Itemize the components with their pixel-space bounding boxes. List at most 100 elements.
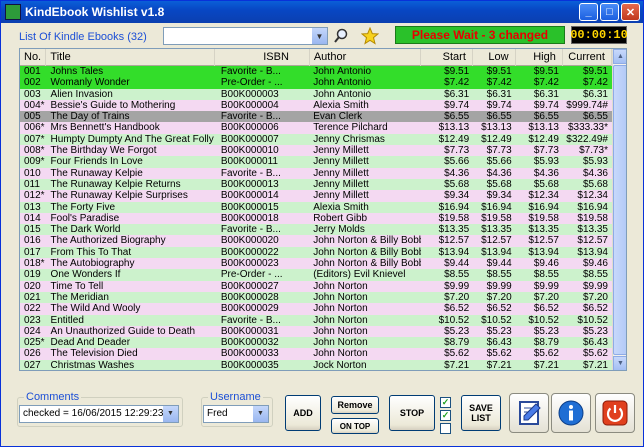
stop-button[interactable]: STOP [389,395,435,431]
cell-no: 006* [24,122,45,134]
cell-cur: $8.55 [582,269,608,281]
cell-low: $5.68 [486,178,512,190]
cell-title: Entitled [50,314,84,326]
comments-select[interactable]: checked = 16/06/2015 12:29:23 AM ▼ [19,405,179,423]
cell-high: $12.34 [528,190,559,202]
on-top-button[interactable]: ON TOP [331,418,379,434]
cell-cur: $5.62 [582,348,608,360]
cell-author: Jenny Millett [313,156,369,168]
table-row[interactable]: 002 Womanly Wonder Pre-Order - ... John Ant… [20,77,612,89]
col-header-author[interactable]: Author [310,49,421,66]
table-row[interactable]: 001 Johns Tales Favorite - B... John Antoni… [20,66,612,78]
search-combo[interactable] [163,27,328,45]
cell-start: $8.55 [444,269,470,281]
option-checkbox-3[interactable] [440,423,451,434]
power-exit-icon[interactable] [595,393,635,433]
cell-start: $9.34 [444,190,470,202]
col-header-title[interactable]: Title [46,49,216,66]
table-row[interactable]: 019 One Wonders If Pre-Order - ... (Editors… [20,269,612,281]
comments-dropdown-arrow[interactable]: ▼ [163,406,178,422]
cell-title: Time To Tell [50,280,104,292]
table-row[interactable]: 022 The Wild And Wooly B00K000029 John Nort… [20,303,612,315]
username-dropdown-arrow[interactable]: ▼ [253,406,268,422]
cell-title: The Autobiography [50,258,135,270]
save-list-label-2: LIST [471,413,491,423]
cell-author: John Norton [313,325,368,337]
table-row[interactable]: 003 Alien Invasion B00K000003 John Antonio $… [20,88,612,100]
cell-no: 013 [24,201,41,213]
cell-author: John Norton & Billy Bobb [313,246,422,258]
table-row[interactable]: 013 The Forty Five B00K000015 Alexia Smith $… [20,201,612,213]
cell-high: $6.31 [533,88,559,100]
close-button[interactable]: ✕ [621,3,640,21]
table-row[interactable]: 014 Fool's Paradise B00K000018 Robert Gibb $… [20,212,612,225]
cell-no: 008* [24,145,45,157]
table-row[interactable]: 012* The Runaway Kelpie Surprises B00K0000… [20,190,612,202]
table-row[interactable]: 025* Dead And Deader B00K000032 John Norton… [20,337,612,349]
table-row[interactable]: 016 The Authorized Biography B00K000020 Joh… [20,235,612,247]
col-header-high[interactable]: High [516,49,563,66]
cell-isbn: B00K000020 [220,235,279,247]
favorite-star-icon[interactable] [361,27,379,45]
cell-low: $8.55 [486,269,512,281]
vertical-scrollbar[interactable]: ▲ ▼ [612,49,626,370]
cell-no: 019 [24,269,41,281]
cell-low: $12.57 [481,235,512,247]
cell-isbn: Favorite - B... [220,314,281,326]
cell-start: $10.52 [438,314,470,326]
cell-cur: $6.52 [582,303,608,315]
cell-title: The Forty Five [50,201,116,213]
cell-no: 007* [24,133,45,145]
cell-cur: $7.73* [579,145,608,157]
table-row[interactable]: 005 The Day of Trains Favorite - B... Evan … [20,111,612,123]
table-row[interactable]: 006* Mrs Bennett's Handbook B00K000006 Tere… [20,122,612,134]
table-row[interactable]: 009* Four Friends In Love B00K000011 Jenny … [20,156,612,168]
table-row[interactable]: 021 The Meridian B00K000028 John Norton $7.2… [20,291,612,304]
cell-no: 021 [24,291,41,303]
cell-high: $13.35 [528,224,559,236]
option-checkbox-1[interactable]: ✓ [440,397,451,408]
username-select[interactable]: Fred ▼ [203,405,269,423]
cell-author: John Norton & Billy Bobb [313,235,422,247]
table-row[interactable]: 008* The Birthday We Forgot B00K000010 Jenn… [20,145,612,157]
remove-button[interactable]: Remove [331,396,379,414]
minimize-button[interactable]: _ [579,3,598,21]
scroll-down-arrow-icon[interactable]: ▼ [613,356,626,370]
edit-document-icon[interactable] [509,393,549,433]
table-row[interactable]: 023 Entitled Favorite - B... John Norton $10… [20,314,612,326]
table-row[interactable]: 015 The Dark World Favorite - B... Jerry Mo… [20,224,612,236]
cell-isbn: B00K000013 [220,178,279,190]
save-list-button[interactable]: SAVE LIST [461,395,501,431]
table-row[interactable]: 020 Time To Tell B00K000027 John Norton $9.9… [20,280,612,292]
cell-low: $9.74 [486,99,512,111]
title-bar[interactable]: KindEbook Wishlist v1.8 _ □ ✕ [1,1,643,23]
add-button[interactable]: ADD [285,395,321,431]
scroll-up-arrow-icon[interactable]: ▲ [613,49,626,64]
cell-title: The Meridian [50,291,109,303]
col-header-start[interactable]: Start [421,49,473,66]
search-icon[interactable] [332,27,350,45]
col-header-low[interactable]: Low [473,49,516,66]
cell-author: John Antonio [313,66,372,77]
cell-cur: $6.55 [582,111,608,123]
option-checkbox-2[interactable]: ✓ [440,410,451,421]
table-row[interactable]: 004* Bessie's Guide to Mothering B00K00000… [20,99,612,112]
scroll-thumb[interactable] [613,65,626,355]
info-icon[interactable] [551,393,591,433]
table-row[interactable]: 010 The Runaway Kelpie Favorite - B... Jenn… [20,167,612,179]
cell-low: $16.94 [481,201,512,213]
col-header-isbn[interactable]: ISBN [215,49,310,66]
cell-cur: $16.94 [577,201,608,213]
table-row[interactable]: 017 From This To That B00K000022 John Norto… [20,246,612,259]
cell-title: The Runaway Kelpie Surprises [50,190,188,202]
table-row[interactable]: 018* The Autobiography B00K000023 John Nort… [20,258,612,270]
table-row[interactable]: 011 The Runaway Kelpie Returns B00K000013 J… [20,178,612,191]
table-row[interactable]: 027 Christmas Washes B00K000035 Jock Norton… [20,359,612,370]
table-row[interactable]: 026 The Television Died B00K000033 John Nor… [20,348,612,360]
col-header-no[interactable]: No. [20,49,47,66]
table-row[interactable]: 007* Humpty Dumpty And The Great Folly B00… [20,133,612,146]
search-dropdown-arrow[interactable]: ▼ [312,28,327,44]
maximize-button[interactable]: □ [600,3,619,21]
col-header-current[interactable]: Current [563,49,612,66]
table-row[interactable]: 024 An Unauthorized Guide to Death B00K000… [20,325,612,338]
